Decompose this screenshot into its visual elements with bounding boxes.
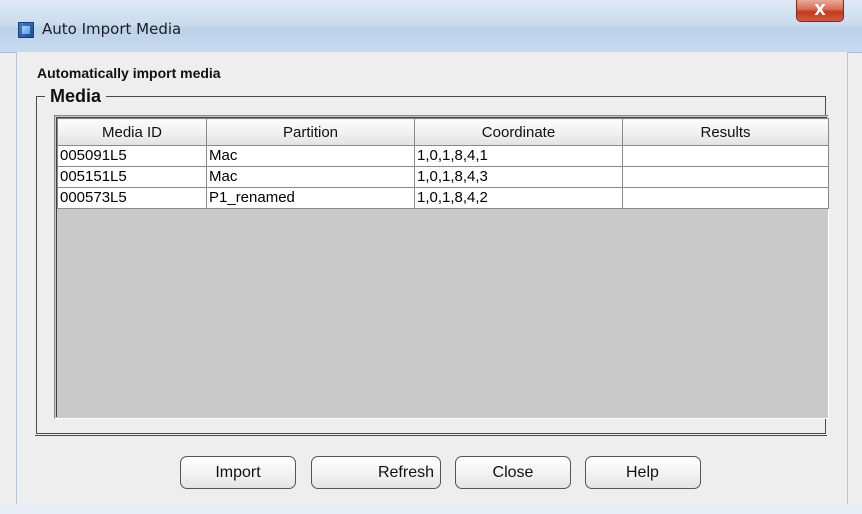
close-button[interactable]: Close [455,456,571,489]
auto-import-media-window: Auto Import Media X Automatically import… [0,0,862,514]
window-close-button[interactable]: X [796,0,844,22]
cell-results[interactable] [622,166,829,188]
media-group-label: Media [45,85,107,107]
column-header-coordinate[interactable]: Coordinate [414,118,623,146]
column-header-results[interactable]: Results [622,118,829,146]
cell-coordinate[interactable]: 1,0,1,8,4,1 [414,145,623,167]
dialog-heading: Automatically import media [37,65,221,81]
window-bottom-border [0,504,862,514]
refresh-button[interactable]: Refresh [311,456,441,489]
cell-partition[interactable]: Mac [206,145,415,167]
cell-media-id[interactable]: 005091L5 [57,145,207,167]
dialog-content: Automatically import media Media Media I… [16,52,848,504]
app-window-icon [18,22,34,38]
cell-results[interactable] [622,187,829,209]
media-table: Media ID Partition Coordinate Results 00… [57,118,829,209]
help-button[interactable]: Help [585,456,701,489]
cell-coordinate[interactable]: 1,0,1,8,4,2 [414,187,623,209]
column-header-media-id[interactable]: Media ID [57,118,207,146]
cell-media-id[interactable]: 000573L5 [57,187,207,209]
table-header-row: Media ID Partition Coordinate Results [57,118,829,146]
media-table-viewport: Media ID Partition Coordinate Results 00… [56,117,829,417]
table-row[interactable]: 005151L5 Mac 1,0,1,8,4,3 [57,166,829,188]
column-header-partition[interactable]: Partition [206,118,415,146]
separator [35,435,827,436]
title-bar[interactable]: Auto Import Media X [0,0,862,53]
import-button[interactable]: Import [180,456,296,489]
media-group: Media Media ID Partition Coordinate Resu… [36,85,829,434]
cell-partition[interactable]: P1_renamed [206,187,415,209]
media-table-scrollpane: Media ID Partition Coordinate Results 00… [54,115,829,419]
cell-results[interactable] [622,145,829,167]
table-row[interactable]: 000573L5 P1_renamed 1,0,1,8,4,2 [57,187,829,209]
cell-partition[interactable]: Mac [206,166,415,188]
cell-coordinate[interactable]: 1,0,1,8,4,3 [414,166,623,188]
table-row[interactable]: 005091L5 Mac 1,0,1,8,4,1 [57,145,829,167]
window-title: Auto Import Media [42,20,182,38]
cell-media-id[interactable]: 005151L5 [57,166,207,188]
